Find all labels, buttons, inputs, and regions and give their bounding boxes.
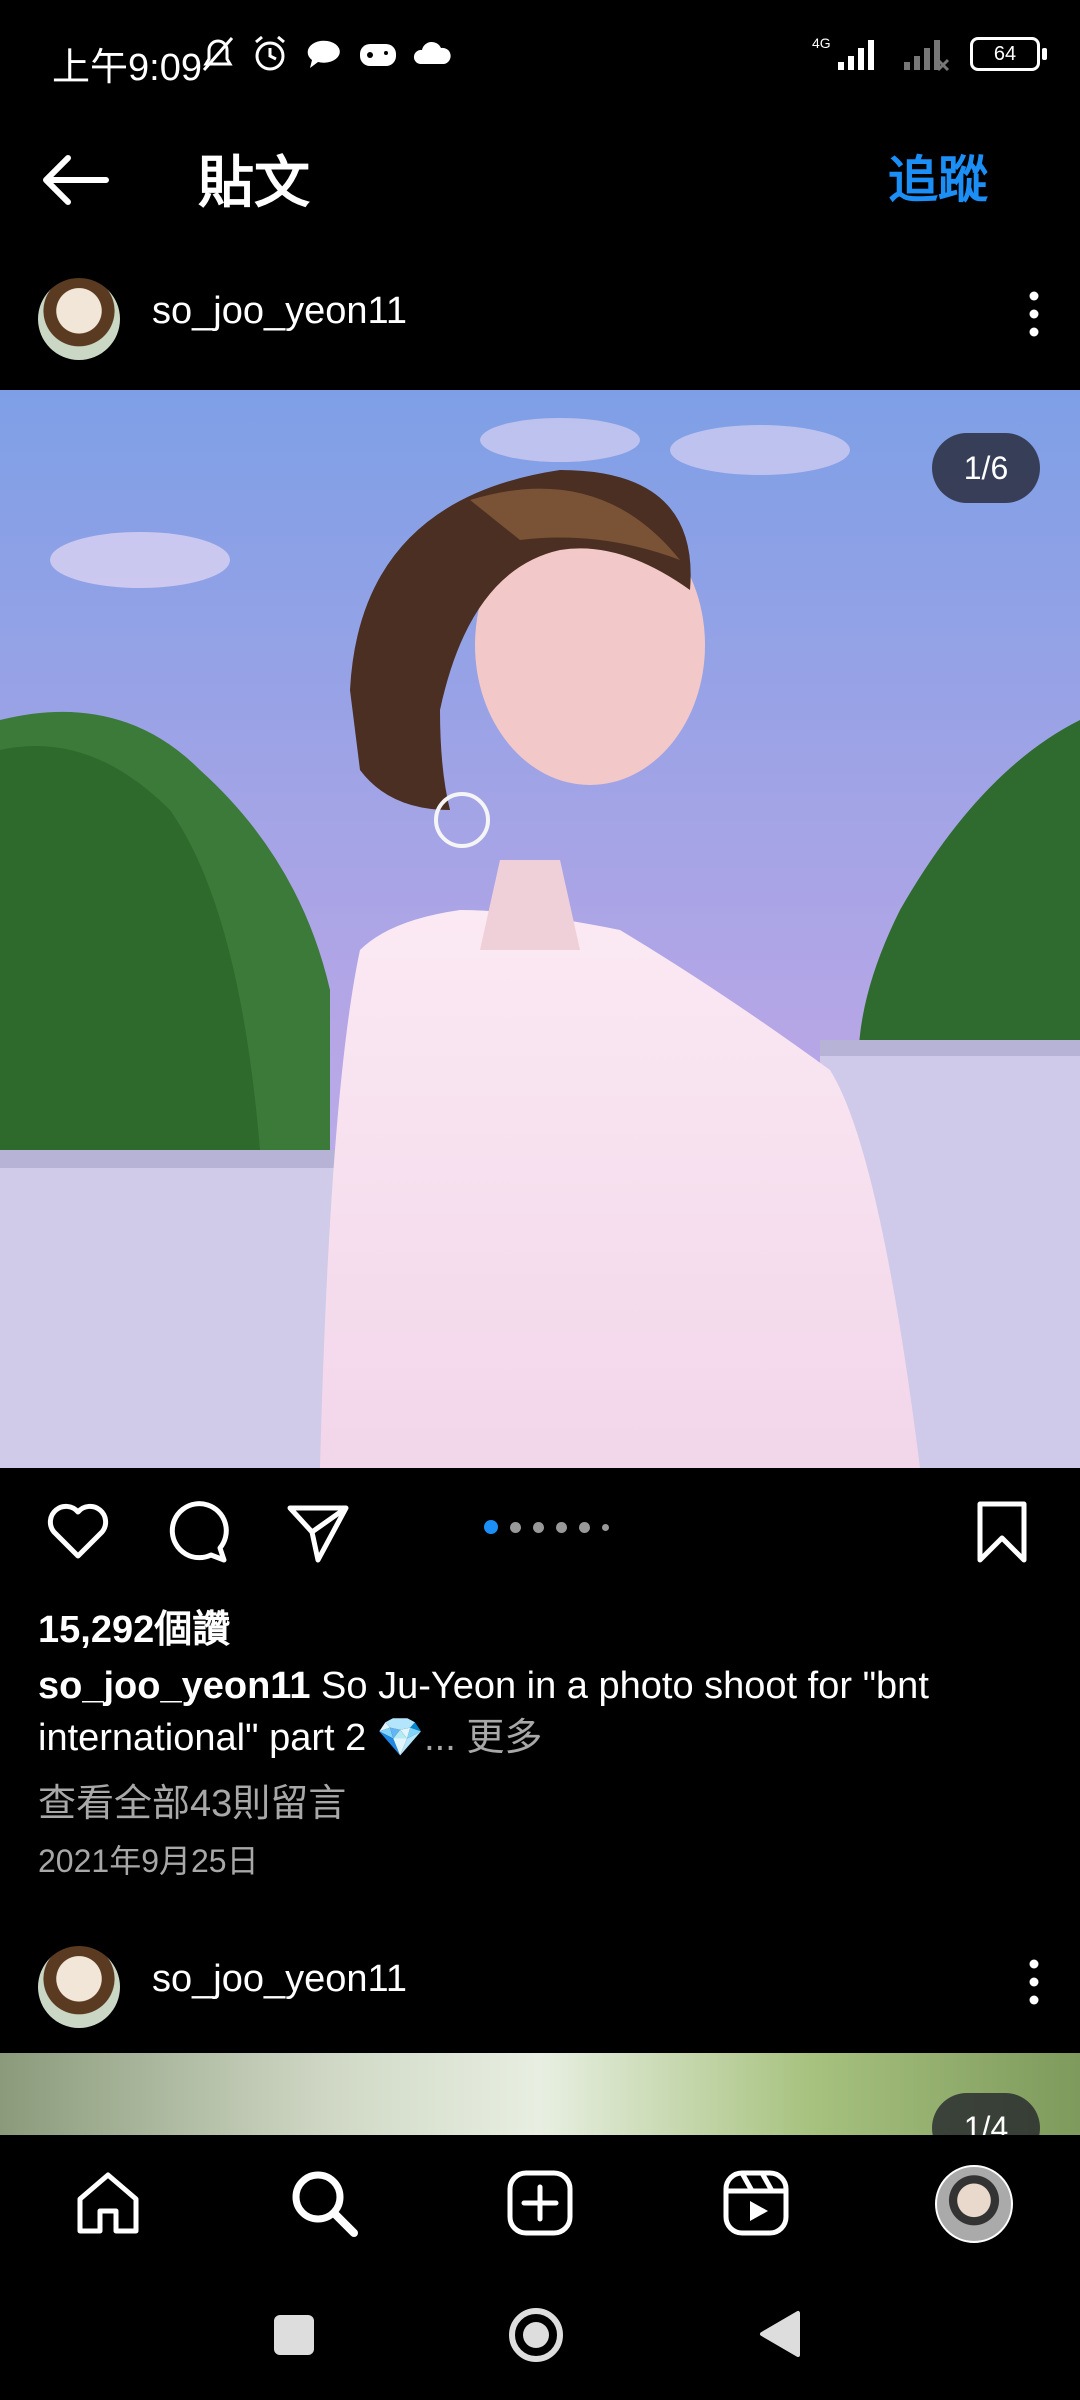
caption-more-link[interactable]: ... 更多 — [424, 1717, 542, 1759]
home-icon[interactable] — [72, 2167, 144, 2239]
status-notification-icons — [200, 34, 452, 74]
cloud-icon — [413, 41, 451, 64]
carousel-dot — [533, 1521, 544, 1533]
carousel-dot — [556, 1521, 567, 1533]
signal-4g-icon: 4G — [812, 35, 874, 70]
page-title: 貼文 — [198, 151, 310, 214]
signal-no-service-icon — [904, 40, 950, 72]
post-header: so_joo_yeon11 — [0, 250, 1080, 380]
heart-icon[interactable] — [44, 1498, 112, 1566]
post-photo — [0, 390, 1080, 1468]
search-icon[interactable] — [288, 2167, 360, 2239]
likes-count[interactable]: 15,292個讚 — [38, 1598, 230, 1653]
carousel-dot — [579, 1521, 590, 1533]
post-caption: so_joo_yeon11 So Ju-Yeon in a photo shoo… — [38, 1660, 1038, 1764]
avatar[interactable] — [38, 278, 120, 360]
chat-bubble-icon — [307, 40, 340, 68]
top-bar: 貼文 追蹤 — [0, 120, 1080, 240]
post-image[interactable]: 1/6 — [0, 390, 1080, 1468]
alarm-icon — [255, 35, 285, 71]
battery-icon: 64 — [970, 37, 1047, 71]
back-triangle-icon[interactable] — [758, 2309, 804, 2359]
follow-button[interactable]: 追蹤 — [888, 140, 988, 212]
next-post-image[interactable]: 1/4 — [0, 2053, 1080, 2135]
carousel-dots — [484, 1520, 609, 1534]
post-username[interactable]: so_joo_yeon11 — [152, 290, 407, 333]
view-comments-link[interactable]: 查看全部43則留言 — [38, 1772, 346, 1827]
add-icon[interactable] — [504, 2167, 576, 2239]
next-post-username[interactable]: so_joo_yeon11 — [152, 1958, 407, 2001]
next-post-header: so_joo_yeon11 — [0, 1918, 1080, 2048]
svg-text:4G: 4G — [812, 35, 831, 51]
carousel-page-badge: 1/4 — [932, 2093, 1040, 2135]
status-bar: 上午9:09 4G 64 — [0, 0, 1080, 120]
comment-icon[interactable] — [164, 1498, 232, 1566]
caption-username[interactable]: so_joo_yeon11 — [38, 1665, 310, 1707]
mute-bell-icon — [202, 37, 234, 71]
carousel-dot-active — [484, 1520, 498, 1534]
bookmark-icon[interactable] — [968, 1498, 1036, 1566]
more-vertical-icon[interactable] — [1014, 1952, 1054, 2012]
status-system-icons: 4G 64 — [812, 34, 1047, 74]
home-circle-icon[interactable] — [508, 2307, 564, 2363]
more-vertical-icon[interactable] — [1014, 284, 1054, 344]
back-arrow-icon[interactable] — [36, 150, 116, 210]
carousel-dot — [602, 1523, 609, 1531]
post-date: 2021年9月25日 — [38, 1843, 259, 1879]
avatar[interactable] — [38, 1946, 120, 2028]
bottom-nav — [0, 2135, 1080, 2273]
send-icon[interactable] — [284, 1498, 352, 1566]
game-controller-icon — [360, 44, 396, 66]
recents-icon[interactable] — [272, 2313, 316, 2357]
post-actions — [0, 1468, 1080, 1588]
system-nav-bar — [0, 2273, 1080, 2400]
carousel-page-badge: 1/6 — [932, 433, 1040, 503]
status-time: 上午9:09 — [52, 47, 202, 89]
profile-avatar[interactable] — [935, 2165, 1013, 2243]
reels-icon[interactable] — [720, 2167, 792, 2239]
carousel-dot — [510, 1521, 521, 1533]
